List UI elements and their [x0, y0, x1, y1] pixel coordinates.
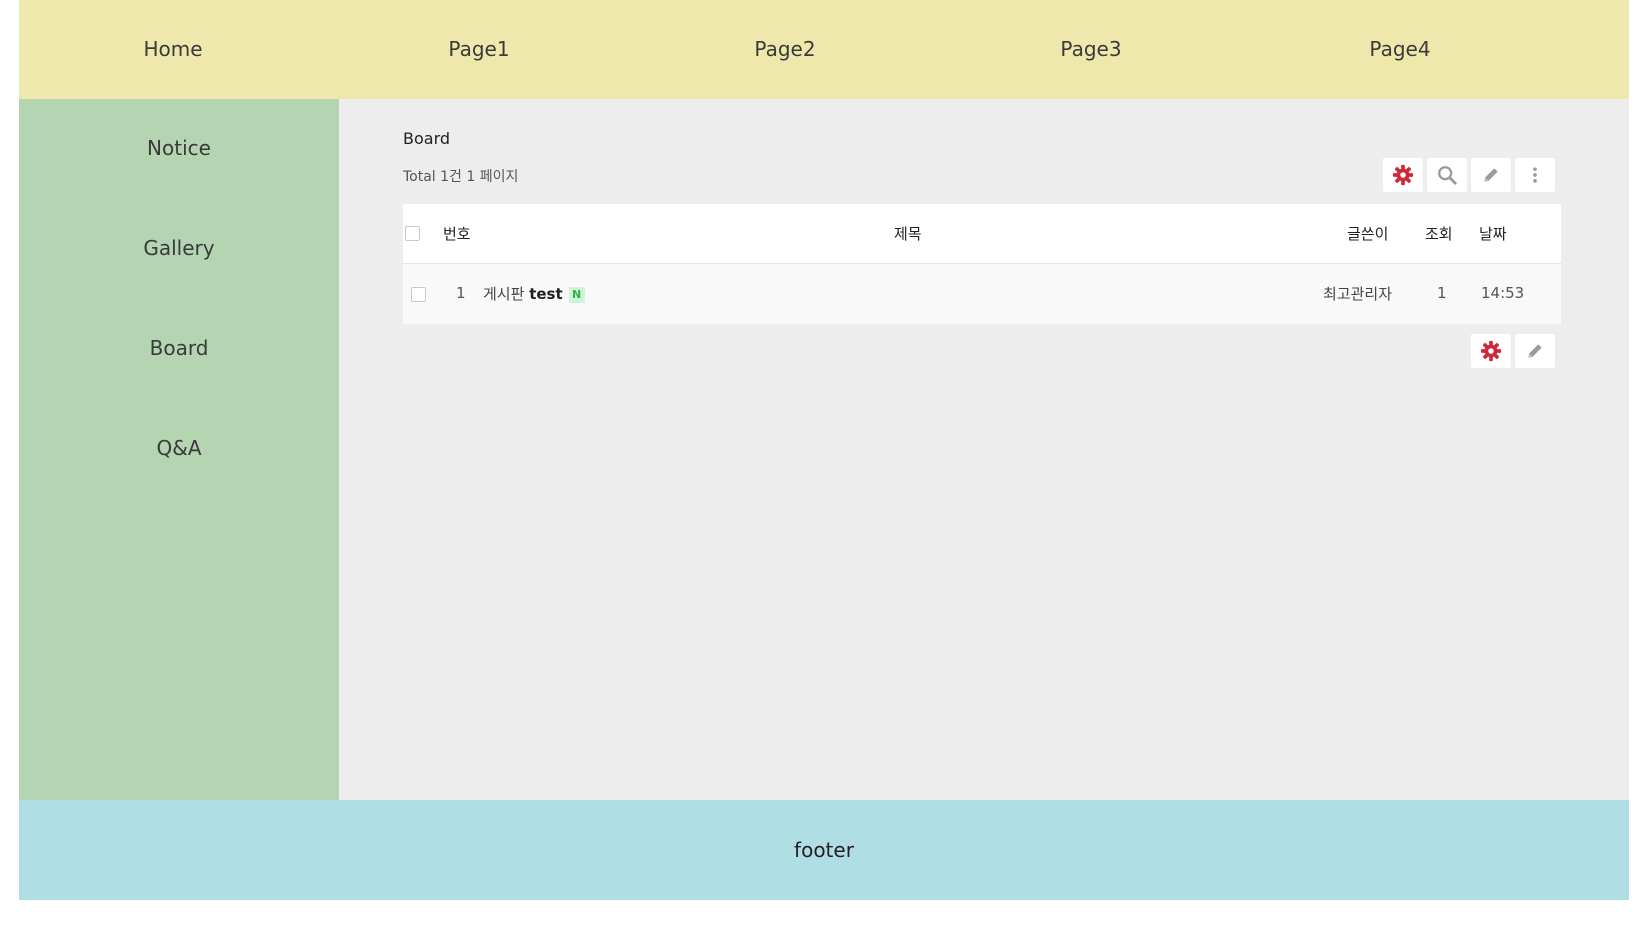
- row-writer[interactable]: 최고관리자: [1323, 283, 1392, 304]
- column-header-views: 조회: [1425, 225, 1453, 243]
- page-frame: Home Page1 Page2 Page3 Page4 Notice Gall…: [19, 0, 1629, 900]
- admin-button-bottom[interactable]: [1471, 334, 1511, 368]
- column-header-date: 날짜: [1479, 225, 1507, 243]
- board-title: Board: [403, 129, 451, 148]
- nav-item-home[interactable]: Home: [73, 37, 273, 61]
- sidebar-item-board[interactable]: Board: [19, 336, 339, 360]
- footer: footer: [19, 800, 1629, 900]
- column-header-num: 번호: [443, 225, 471, 243]
- search-button[interactable]: [1427, 158, 1467, 192]
- row-num: 1: [456, 284, 466, 302]
- nav-item-page4[interactable]: Page4: [1300, 37, 1500, 61]
- nav-item-page3[interactable]: Page3: [991, 37, 1191, 61]
- nav-item-page2[interactable]: Page2: [685, 37, 885, 61]
- row-views: 1: [1437, 284, 1447, 302]
- column-header-subject: 제목: [894, 225, 922, 243]
- pencil-icon: [1484, 168, 1498, 182]
- column-header-writer: 글쓴이: [1347, 225, 1389, 243]
- select-all-checkbox[interactable]: [405, 226, 420, 241]
- row-date: 14:53: [1481, 284, 1525, 302]
- sidebar-item-gallery[interactable]: Gallery: [19, 236, 339, 260]
- admin-button[interactable]: [1383, 158, 1423, 192]
- new-badge: N: [568, 286, 585, 303]
- row-subject: test: [529, 285, 563, 303]
- write-button[interactable]: [1471, 158, 1511, 192]
- search-icon: [1438, 166, 1457, 185]
- table-header: 번호 제목 글쓴이 조회 날짜: [403, 204, 1561, 264]
- gear-icon: [1392, 164, 1414, 186]
- main-content: Board Total 1건 1 페이지 번호 제목 글쓴이 조회 날짜 1 게…: [339, 99, 1629, 800]
- more-options-button[interactable]: [1515, 158, 1555, 192]
- board-total-count: Total 1건 1 페이지: [403, 169, 519, 185]
- table-row: 1 게시판 test N 최고관리자 1 14:53: [403, 264, 1561, 324]
- sidebar: Notice Gallery Board Q&A: [19, 99, 339, 800]
- row-category: 게시판: [483, 285, 525, 303]
- sidebar-item-notice[interactable]: Notice: [19, 136, 339, 160]
- row-checkbox[interactable]: [411, 287, 426, 302]
- nav-item-page1[interactable]: Page1: [379, 37, 579, 61]
- board-table: 번호 제목 글쓴이 조회 날짜 1 게시판 test N 최고관리자 1 14:5…: [403, 204, 1561, 324]
- write-button-bottom[interactable]: [1515, 334, 1555, 368]
- top-nav: Home Page1 Page2 Page3 Page4: [19, 0, 1629, 99]
- footer-text: footer: [794, 838, 854, 862]
- more-vertical-icon: [1533, 167, 1537, 183]
- sidebar-item-qna[interactable]: Q&A: [19, 436, 339, 460]
- gear-icon: [1480, 340, 1502, 362]
- pencil-icon: [1528, 344, 1542, 358]
- row-subject-link[interactable]: 게시판 test N: [483, 283, 585, 304]
